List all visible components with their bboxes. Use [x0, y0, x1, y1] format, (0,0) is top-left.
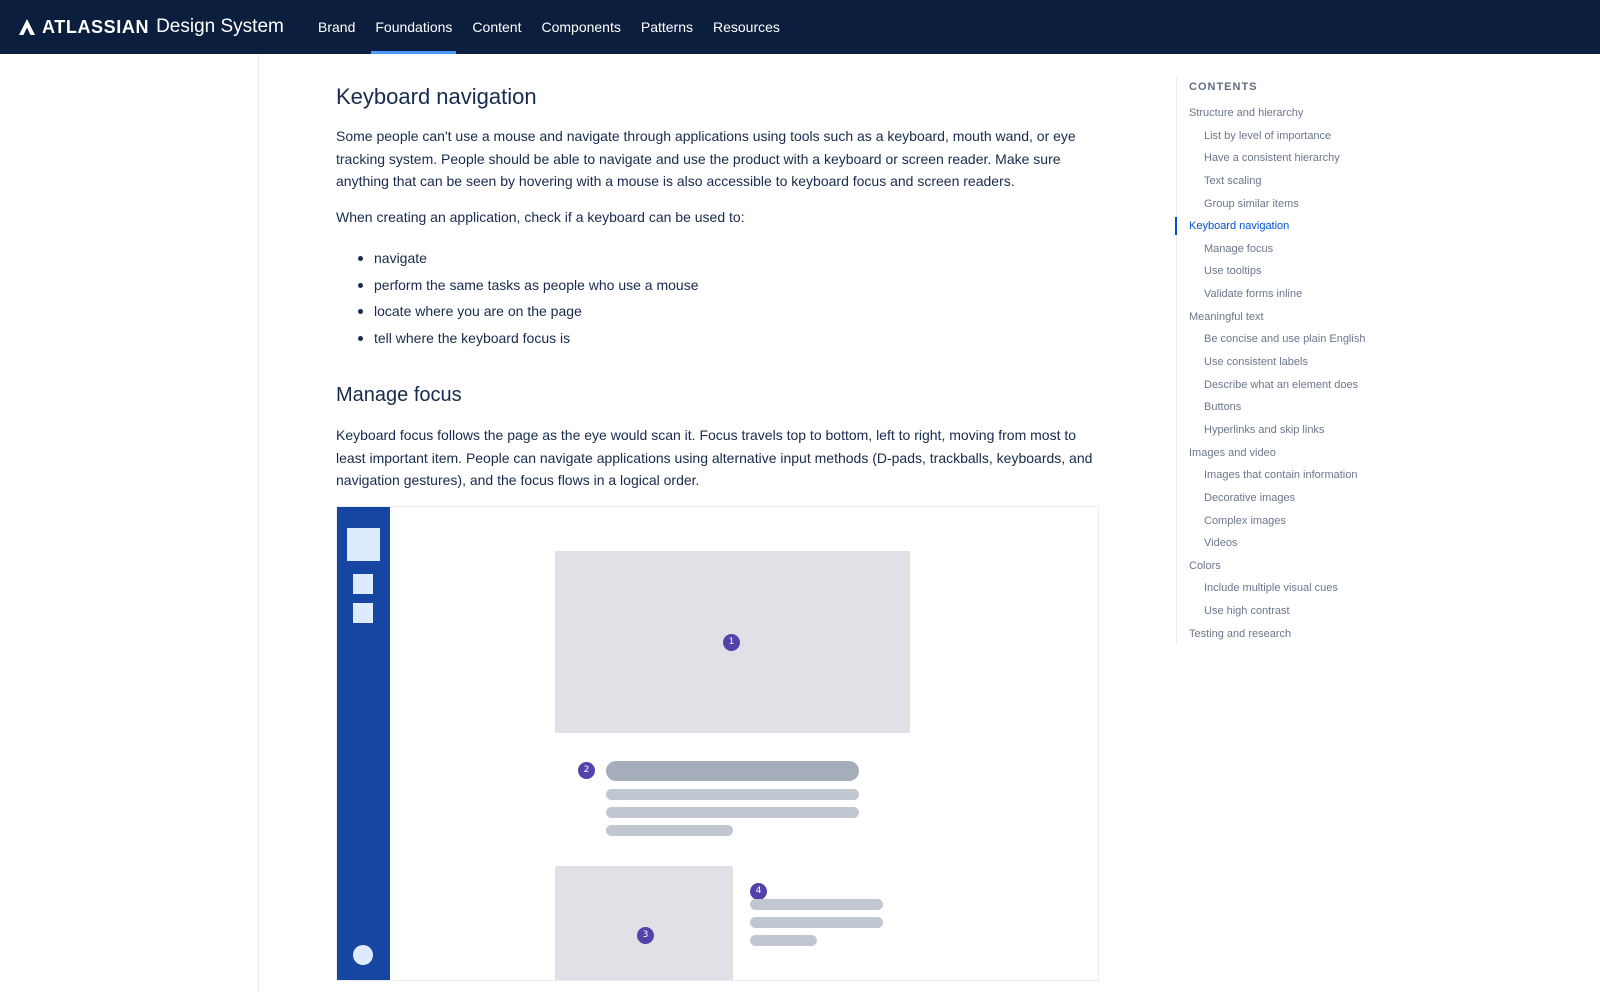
list-item: tell where the keyboard focus is: [336, 327, 699, 354]
primary-nav: Brand Foundations Content Components Pat…: [308, 0, 790, 54]
logo-product-text: Design System: [156, 16, 284, 37]
focus-order-badge-3: 3: [637, 927, 654, 944]
focus-order-illustration: 1 2 3 4: [336, 506, 1099, 981]
toc-link[interactable]: Group similar items: [1177, 195, 1365, 218]
toc-link[interactable]: Describe what an element does: [1177, 376, 1365, 399]
toc-link[interactable]: Decorative images: [1177, 489, 1365, 512]
text-placeholder-bar: [750, 935, 817, 946]
sidebar-logo-placeholder: [347, 528, 380, 561]
top-navigation-bar: ATLASSIAN Design System Brand Foundation…: [0, 0, 1600, 54]
list-item: locate where you are on the page: [336, 300, 699, 327]
table-of-contents: CONTENTS Structure and hierarchy List by…: [1174, 77, 1436, 648]
toc-link[interactable]: Use high contrast: [1177, 602, 1365, 625]
text-placeholder-bar: [606, 789, 859, 800]
toc-link[interactable]: Testing and research: [1177, 625, 1365, 648]
keyboard-check-paragraph: When creating an application, check if a…: [336, 209, 745, 225]
keyboard-intro-paragraph: Some people can't use a mouse and naviga…: [336, 128, 1076, 190]
focus-order-badge-1: 1: [723, 634, 740, 651]
nav-item-content[interactable]: Content: [462, 0, 531, 54]
list-item: perform the same tasks as people who use…: [336, 274, 699, 301]
keyboard-navigation-heading: Keyboard navigation: [336, 84, 537, 109]
toc-link[interactable]: Include multiple visual cues: [1177, 579, 1365, 602]
text-placeholder-bar: [750, 917, 883, 928]
toc-link[interactable]: Colors: [1177, 557, 1365, 580]
toc-link[interactable]: Meaningful text: [1177, 308, 1365, 331]
card-image-placeholder: [555, 866, 733, 980]
atlassian-logo[interactable]: ATLASSIAN Design System: [18, 14, 284, 40]
toc-link[interactable]: Use tooltips: [1177, 262, 1365, 285]
toc-link[interactable]: Manage focus: [1177, 240, 1365, 263]
left-column-divider: [258, 54, 259, 992]
toc-link[interactable]: Images that contain information: [1177, 466, 1365, 489]
toc-link[interactable]: Use consistent labels: [1177, 353, 1365, 376]
toc-link[interactable]: Complex images: [1177, 512, 1365, 535]
toc-link[interactable]: Hyperlinks and skip links: [1177, 421, 1365, 444]
toc-link[interactable]: Images and video: [1177, 444, 1365, 467]
toc-link[interactable]: Validate forms inline: [1177, 285, 1365, 308]
keyboard-checklist: navigate perform the same tasks as peopl…: [336, 247, 699, 353]
sidebar-icon-placeholder: [353, 603, 373, 623]
toc-link[interactable]: Buttons: [1177, 398, 1365, 421]
sidebar-icon-placeholder: [353, 574, 373, 594]
nav-item-resources[interactable]: Resources: [703, 0, 790, 54]
logo-brand-text: ATLASSIAN: [42, 16, 150, 37]
toc-link[interactable]: Have a consistent hierarchy: [1177, 149, 1365, 172]
list-item: navigate: [336, 247, 699, 274]
nav-item-patterns[interactable]: Patterns: [631, 0, 703, 54]
manage-focus-paragraph: Keyboard focus follows the page as the e…: [336, 427, 1093, 489]
toc-link[interactable]: Text scaling: [1177, 172, 1365, 195]
heading-placeholder-bar: [606, 761, 859, 781]
nav-item-components[interactable]: Components: [531, 0, 630, 54]
text-placeholder-bar: [606, 825, 733, 836]
illustration-sidebar: [337, 507, 390, 980]
nav-item-brand[interactable]: Brand: [308, 0, 365, 54]
text-placeholder-bar: [750, 899, 883, 910]
toc-heading: CONTENTS: [1189, 81, 1258, 93]
toc-list: Structure and hierarchy List by level of…: [1174, 104, 1365, 648]
toc-link[interactable]: Be concise and use plain English: [1177, 330, 1365, 353]
toc-link-active[interactable]: Keyboard navigation: [1174, 217, 1365, 240]
toc-link[interactable]: List by level of importance: [1177, 127, 1365, 150]
focus-order-badge-4: 4: [750, 883, 767, 900]
toc-link[interactable]: Structure and hierarchy: [1177, 104, 1365, 127]
toc-link[interactable]: Videos: [1177, 534, 1365, 557]
focus-order-badge-2: 2: [578, 762, 595, 779]
manage-focus-heading: Manage focus: [336, 384, 462, 406]
nav-item-foundations[interactable]: Foundations: [365, 0, 462, 54]
text-placeholder-bar: [606, 807, 859, 818]
sidebar-avatar-placeholder: [353, 945, 373, 965]
atlassian-mark-icon: [19, 19, 35, 35]
